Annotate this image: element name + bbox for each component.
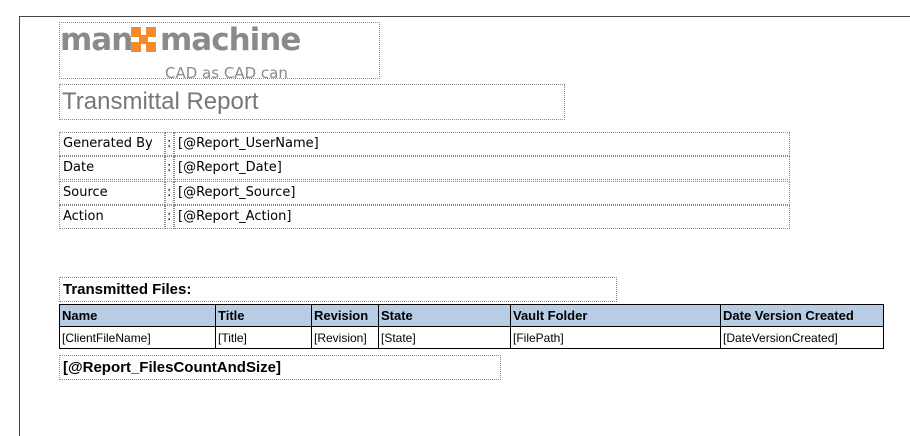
field-separator: : — [165, 205, 174, 229]
field-label-date: Date — [59, 156, 165, 180]
column-header-title: Title — [215, 304, 312, 327]
files-count-and-size: [@Report_FilesCountAndSize] — [63, 359, 281, 376]
logo-container: man machine CAD as CAD can — [59, 22, 380, 82]
field-separator: : — [165, 156, 174, 180]
field-label-source: Source — [59, 181, 165, 205]
transmitted-files-table: Name Title Revision State Vault Folder D… — [59, 304, 884, 349]
transmitted-files-heading-box: Transmitted Files: — [59, 277, 617, 302]
files-count-box: [@Report_FilesCountAndSize] — [59, 355, 501, 380]
field-value-source: [@Report_Source] — [174, 181, 790, 205]
cell-name: [ClientFileName] — [59, 326, 216, 349]
field-label-action: Action — [59, 205, 165, 229]
field-separator: : — [165, 132, 174, 156]
cell-date-version-created: [DateVersionCreated] — [720, 326, 884, 349]
cell-title: [Title] — [215, 326, 312, 349]
cell-vault-folder: [FilePath] — [510, 326, 721, 349]
cell-revision: [Revision] — [311, 326, 379, 349]
field-separator: : — [165, 181, 174, 205]
report-title: Transmittal Report — [62, 88, 259, 115]
logo-x-icon — [131, 27, 156, 52]
logo-tagline: CAD as CAD can — [165, 64, 288, 82]
column-header-vault-folder: Vault Folder — [510, 304, 721, 327]
column-header-state: State — [378, 304, 511, 327]
table-row: [ClientFileName] [Title] [Revision] [Sta… — [59, 326, 884, 349]
cell-state: [State] — [378, 326, 511, 349]
logo-right-word: machine — [160, 22, 301, 58]
field-value-action: [@Report_Action] — [174, 205, 790, 229]
transmitted-files-heading: Transmitted Files: — [63, 281, 192, 298]
column-header-revision: Revision — [311, 304, 379, 327]
field-value-date: [@Report_Date] — [174, 156, 790, 180]
page-border-top — [19, 16, 910, 17]
table-header-row: Name Title Revision State Vault Folder D… — [59, 304, 884, 327]
column-header-date-version-created: Date Version Created — [720, 304, 884, 327]
field-value-generated-by: [@Report_UserName] — [174, 132, 790, 156]
field-label-generated-by: Generated By — [59, 132, 165, 156]
report-title-box: Transmittal Report — [59, 84, 565, 120]
page-border-left — [19, 16, 20, 436]
column-header-name: Name — [59, 304, 216, 327]
logo-left-word: man — [60, 22, 133, 58]
